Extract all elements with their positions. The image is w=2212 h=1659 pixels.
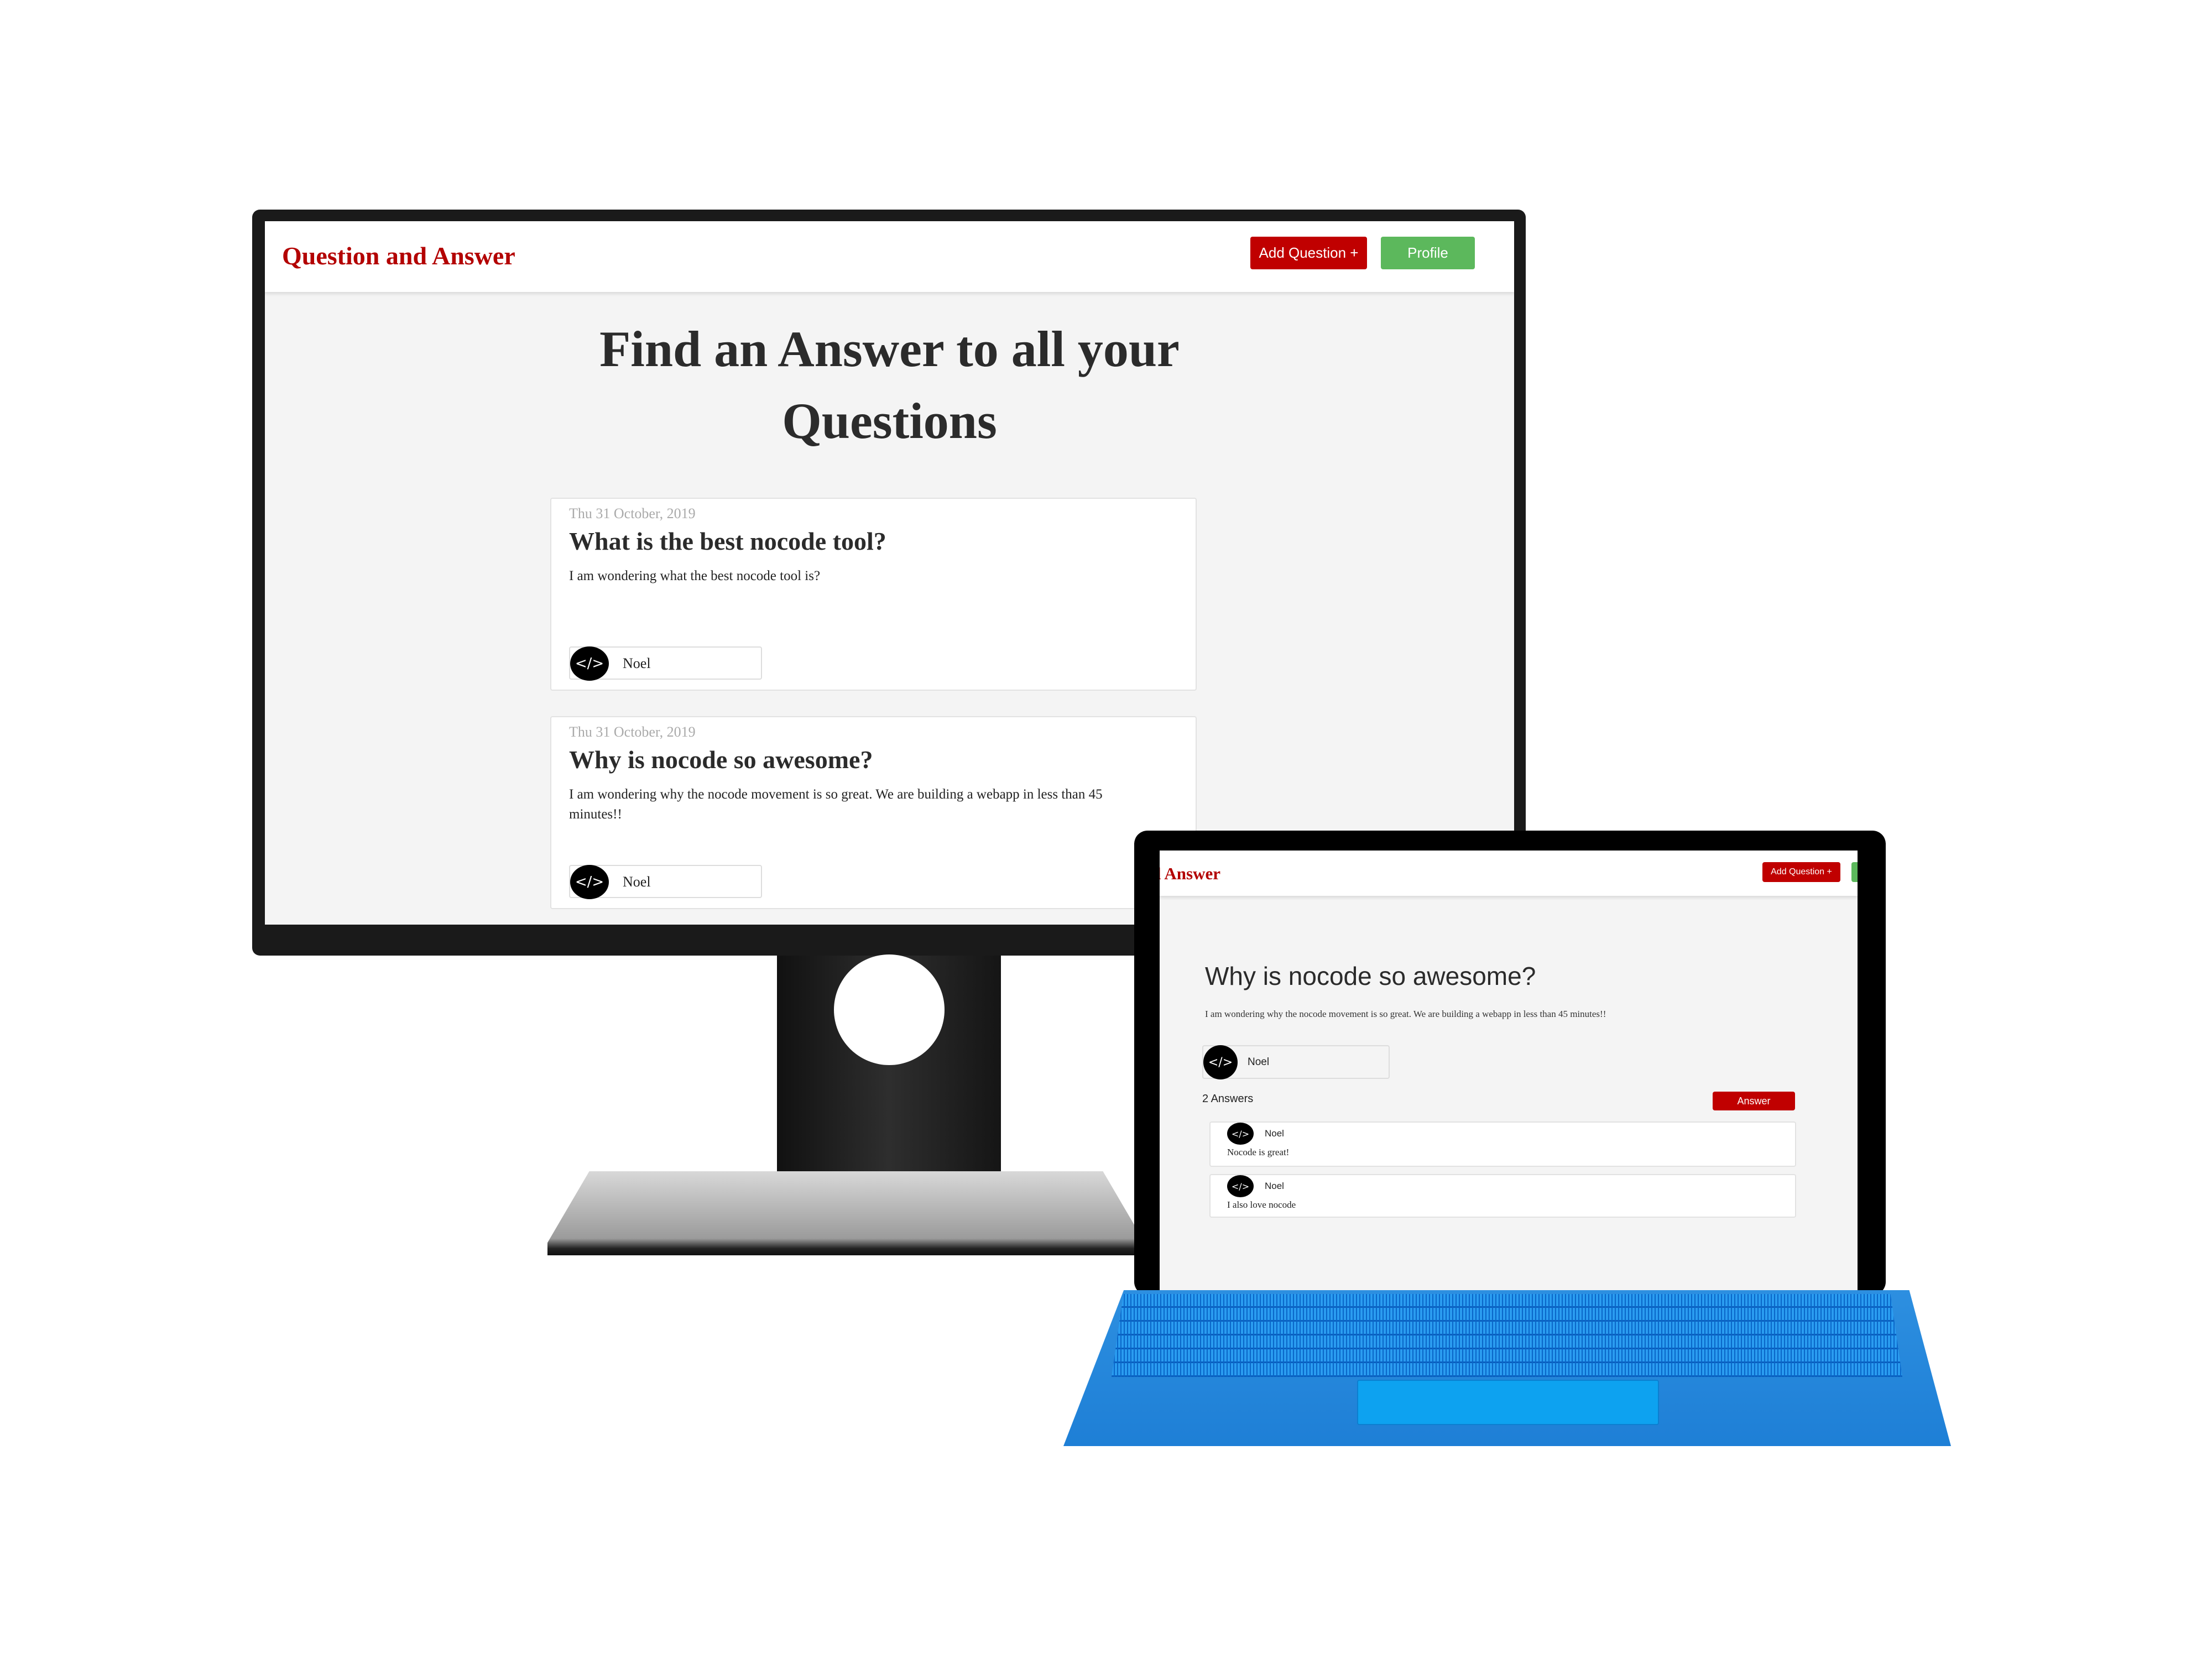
profile-button[interactable] bbox=[1851, 862, 1858, 882]
code-icon: </> bbox=[570, 865, 609, 899]
author-pill[interactable]: </> Noel bbox=[569, 646, 762, 681]
question-title[interactable]: Why is nocode so awesome? bbox=[569, 745, 873, 774]
code-icon: </> bbox=[1227, 1175, 1254, 1197]
question-body: I am wondering what the best nocode tool… bbox=[569, 568, 821, 583]
monitor-base bbox=[547, 1171, 1145, 1255]
code-icon: </> bbox=[1203, 1045, 1238, 1079]
author-pill[interactable]: </> Noel bbox=[1202, 1045, 1390, 1079]
code-icon: </> bbox=[1227, 1123, 1254, 1145]
hero-heading-line2: Questions bbox=[782, 393, 997, 449]
question-card[interactable]: Thu 31 October, 2019 Why is nocode so aw… bbox=[550, 716, 1197, 909]
monitor-screen: Question and Answer Add Question + Profi… bbox=[265, 221, 1514, 925]
author-name: Noel bbox=[623, 874, 651, 890]
question-title: Why is nocode so awesome? bbox=[1205, 962, 1536, 990]
profile-button[interactable]: Profile bbox=[1381, 237, 1475, 269]
answer-author: Noel bbox=[1265, 1128, 1284, 1139]
monitor-stand-cable-hole bbox=[834, 954, 945, 1065]
navbar: Question and Answer Add Question + Profi… bbox=[265, 221, 1514, 292]
keyboard-keys bbox=[1112, 1294, 1902, 1377]
answer-card: </> Noel I also love nocode bbox=[1209, 1174, 1796, 1218]
add-question-button[interactable]: Add Question + bbox=[1762, 862, 1840, 882]
author-name: Noel bbox=[623, 655, 651, 671]
app-title[interactable]: Question and Answer bbox=[1160, 864, 1220, 884]
question-body: I am wondering why the nocode movement i… bbox=[569, 787, 1103, 822]
question-title[interactable]: What is the best nocode tool? bbox=[569, 526, 886, 556]
app-title[interactable]: Question and Answer bbox=[282, 241, 515, 270]
question-date: Thu 31 October, 2019 bbox=[569, 724, 696, 740]
question-card[interactable]: Thu 31 October, 2019 What is the best no… bbox=[550, 498, 1197, 691]
answers-count: 2 Answers bbox=[1202, 1093, 1254, 1105]
answer-author: Noel bbox=[1265, 1181, 1284, 1191]
question-body: I am wondering why the nocode movement i… bbox=[1205, 1009, 1606, 1019]
answer-card: </> Noel Nocode is great! bbox=[1209, 1121, 1796, 1167]
author-pill[interactable]: </> Noel bbox=[569, 865, 762, 899]
question-date: Thu 31 October, 2019 bbox=[569, 505, 696, 521]
author-name: Noel bbox=[1248, 1056, 1270, 1068]
answer-text: Nocode is great! bbox=[1227, 1147, 1290, 1157]
answer-button[interactable]: Answer bbox=[1713, 1092, 1795, 1110]
add-question-button[interactable]: Add Question + bbox=[1250, 237, 1367, 269]
tablet-screen: Question and Answer Add Question + Why i… bbox=[1160, 851, 1858, 1290]
answer-text: I also love nocode bbox=[1227, 1199, 1296, 1210]
code-icon: </> bbox=[570, 646, 609, 681]
trackpad bbox=[1357, 1380, 1659, 1425]
navbar: Question and Answer Add Question + bbox=[1160, 851, 1858, 896]
hero-heading-line1: Find an Answer to all your bbox=[599, 321, 1180, 377]
